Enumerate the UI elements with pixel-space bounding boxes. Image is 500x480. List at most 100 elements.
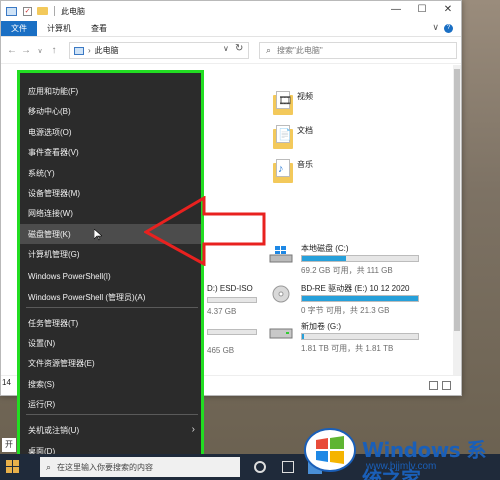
power-menu-item-label: 设备管理器(M) [28, 188, 80, 198]
details-view-icon[interactable] [429, 381, 438, 390]
menu-separator [26, 414, 198, 415]
ribbon-tabs: 文件 计算机 查看 ∨ ? [1, 21, 461, 37]
folder-label: 音乐 [297, 159, 313, 169]
power-menu-item-label: 搜索(S) [28, 379, 55, 389]
power-menu-item-label: 网络连接(W) [28, 208, 73, 218]
vertical-scrollbar[interactable] [453, 65, 461, 375]
view-toggle [429, 381, 451, 390]
folder-icon[interactable] [37, 7, 48, 15]
folder-music[interactable]: ♪ 音乐 [273, 159, 313, 185]
drive-e[interactable]: BD-RE 驱动器 (E:) 10 12 2020 0 字节 可用，共 21.3… [269, 283, 439, 317]
power-menu-item-label: 磁盘管理(K) [28, 229, 71, 239]
drive-free-space: 0 字节 可用，共 21.3 GB [301, 306, 390, 315]
tab-computer[interactable]: 计算机 [37, 21, 81, 36]
title-separator [54, 6, 55, 16]
search-input[interactable]: ⌕ 搜索"此电脑" [259, 42, 457, 59]
task-view-icon[interactable] [282, 461, 294, 473]
refresh-icon[interactable]: ↻ [235, 43, 243, 54]
forward-icon[interactable]: → [19, 45, 33, 56]
taskbar-search-input[interactable]: ⌕ 在这里输入你要搜索的内容 [40, 457, 240, 477]
drive-name: 本地磁盘 (C:) [301, 244, 349, 253]
tab-file[interactable]: 文件 [1, 21, 37, 36]
ribbon-expand-icon[interactable]: ∨ [432, 22, 439, 33]
back-icon[interactable]: ← [5, 45, 19, 56]
power-menu-item[interactable]: 电源选项(O) [20, 122, 201, 142]
windows-logo-icon [304, 428, 356, 472]
cortana-icon[interactable] [254, 461, 266, 473]
folder-label: 文档 [297, 125, 313, 135]
drive-g[interactable]: 新加卷 (G:) 1.81 TB 可用，共 1.81 TB [269, 321, 439, 355]
hard-drive-icon [269, 328, 293, 339]
title-bar: ✓ 此电脑 — ☐ ✕ [1, 1, 461, 21]
power-menu-item-label: 电源选项(O) [28, 127, 72, 137]
power-menu-item[interactable]: 关机或注销(U) › [20, 420, 201, 440]
start-tooltip-label: 开 [2, 438, 16, 452]
drive-usage-bar [301, 295, 419, 302]
red-arrow-annotation [144, 196, 266, 266]
computer-icon [6, 6, 17, 16]
power-menu-item-label: 移动中心(B) [28, 106, 71, 116]
power-menu-item[interactable]: Windows PowerShell (管理员)(A) [20, 287, 201, 307]
navigation-bar: ← → ∨ ↑ › 此电脑 ∨ ↻ ⌕ 搜索"此电脑" [1, 38, 461, 64]
close-button[interactable]: ✕ [443, 5, 453, 15]
power-menu-item[interactable]: 文件资源管理器(E) [20, 353, 201, 373]
folder-videos[interactable]: 🎞 视频 [273, 91, 313, 117]
folder-documents[interactable]: 📄 文档 [273, 125, 313, 151]
drive-name: BD-RE 驱动器 (E:) 10 12 2020 [301, 284, 410, 293]
item-count: 14 [2, 378, 11, 387]
power-menu-item[interactable]: 事件查看器(V) [20, 142, 201, 162]
tab-view[interactable]: 查看 [81, 21, 117, 36]
large-icons-view-icon[interactable] [442, 381, 451, 390]
drive-free-space: 1.81 TB 可用，共 1.81 TB [301, 344, 394, 353]
address-dropdown-icon[interactable]: ∨ [223, 44, 229, 53]
power-menu-item-label: 关机或注销(U) [28, 425, 80, 435]
power-menu-item-label: 事件查看器(V) [28, 147, 79, 157]
power-menu-item-label: Windows PowerShell (管理员)(A) [28, 292, 146, 302]
music-note-icon: ♪ [278, 163, 284, 175]
maximize-button[interactable]: ☐ [417, 5, 427, 15]
power-menu-item[interactable]: 移动中心(B) [20, 101, 201, 121]
up-icon[interactable]: ↑ [47, 45, 61, 56]
scrollbar-thumb[interactable] [454, 69, 460, 331]
search-icon: ⌕ [46, 461, 52, 472]
power-menu-item[interactable]: Windows PowerShell(I) [20, 266, 201, 286]
document-icon: 📄 [278, 129, 292, 141]
quick-access-check-icon[interactable]: ✓ [23, 6, 32, 16]
power-menu-item-label: 文件资源管理器(E) [28, 358, 95, 368]
drive-usage-bar [301, 255, 419, 262]
power-menu-item[interactable]: 系统(Y) [20, 163, 201, 183]
menu-separator [26, 307, 198, 308]
power-menu-item[interactable]: 搜索(S) [20, 374, 201, 394]
breadcrumb-this-pc[interactable]: 此电脑 [95, 45, 119, 56]
search-icon: ⌕ [266, 45, 272, 55]
optical-disc-icon [272, 285, 290, 303]
taskbar-search-placeholder: 在这里输入你要搜索的内容 [57, 462, 154, 472]
windows-drive-icon [269, 246, 293, 263]
power-menu-item-label: 系统(Y) [28, 168, 55, 178]
help-icon[interactable]: ? [444, 24, 453, 33]
windows-start-icon[interactable] [6, 460, 20, 474]
folder-label: 视频 [297, 91, 313, 101]
history-chevron-icon[interactable]: ∨ [33, 47, 47, 55]
video-folder-icon: 🎞 [273, 91, 293, 117]
power-menu-item[interactable]: 任务管理器(T) [20, 313, 201, 333]
computer-icon [74, 46, 84, 55]
minimize-button[interactable]: — [391, 5, 401, 15]
drive-free-space: 69.2 GB 可用，共 111 GB [301, 266, 393, 275]
drive-f-bar [207, 329, 257, 335]
power-menu-item-label: 计算机管理(G) [28, 249, 80, 259]
power-menu-item-label: 应用和功能(F) [28, 86, 79, 96]
drive-d-label: D:) ESD-ISO [207, 284, 253, 293]
power-menu-item[interactable]: 运行(R) [20, 394, 201, 414]
drive-c[interactable]: 本地磁盘 (C:) 69.2 GB 可用，共 111 GB [269, 243, 439, 277]
power-menu-item[interactable]: 应用和功能(F) [20, 81, 201, 101]
mouse-cursor-icon [94, 229, 102, 241]
search-placeholder: 搜索"此电脑" [277, 46, 323, 55]
submenu-chevron-icon: › [191, 424, 195, 435]
power-menu-item[interactable]: 设置(N) [20, 333, 201, 353]
power-menu-item-label: 任务管理器(T) [28, 318, 79, 328]
film-icon: 🎞 [278, 95, 292, 107]
breadcrumb-chevron-icon[interactable]: › [88, 46, 91, 55]
address-field[interactable]: › 此电脑 [69, 42, 249, 59]
drive-name: 新加卷 (G:) [301, 322, 341, 331]
